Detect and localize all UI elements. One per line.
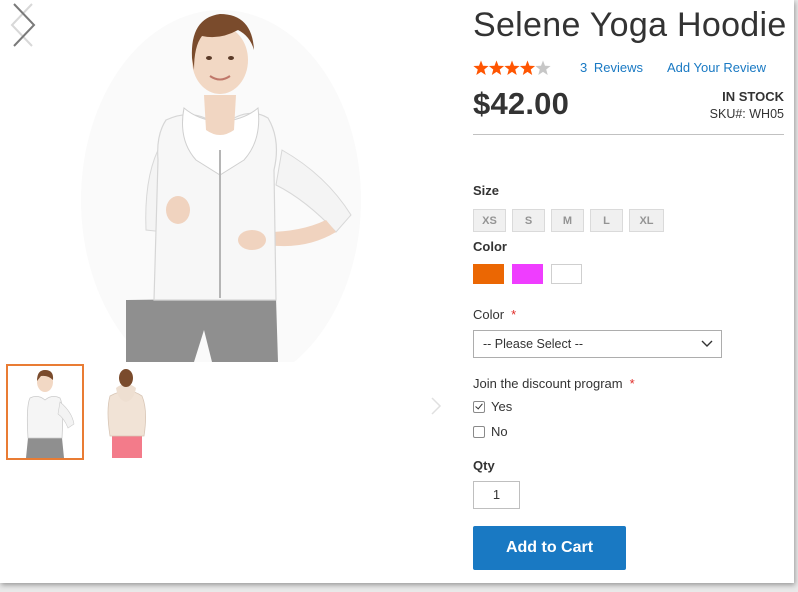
size-option-m[interactable]: M [551, 209, 584, 232]
qty-label: Qty [473, 458, 495, 473]
star-filled-icon [504, 60, 520, 75]
chevron-right-icon[interactable] [6, 0, 40, 50]
product-title: Selene Yoga Hoodie [473, 6, 787, 44]
color-swatch-orange[interactable] [473, 264, 504, 284]
color-swatch-white[interactable] [551, 264, 582, 284]
discount-no-checkbox[interactable] [473, 425, 485, 438]
size-label: Size [473, 183, 500, 198]
color-select-value: -- Please Select -- [483, 337, 584, 351]
star-filled-icon [519, 60, 536, 75]
divider [473, 134, 784, 135]
add-to-cart-button[interactable]: Add to Cart [473, 526, 626, 570]
required-mark: * [511, 307, 517, 322]
thumbnail-front-image [26, 370, 75, 458]
reviews-link[interactable]: 3 Reviews [580, 60, 643, 75]
add-review-link[interactable]: Add Your Review [667, 60, 766, 75]
product-price: $42.00 [473, 86, 570, 121]
qty-input[interactable]: 1 [473, 481, 520, 509]
star-empty-icon [535, 60, 551, 75]
product-sku: SKU#: WH05 [709, 107, 784, 121]
discount-label: Join the discount program * [473, 376, 635, 391]
star-filled-icon [473, 60, 489, 75]
thumbnail-back[interactable] [102, 366, 176, 458]
size-option-s[interactable]: S [512, 209, 545, 232]
thumbnail-back-image [107, 369, 146, 458]
discount-option-no[interactable]: No [473, 424, 508, 439]
discount-option-yes[interactable]: Yes [473, 399, 512, 414]
discount-yes-checkbox[interactable] [473, 400, 485, 413]
size-option-xl[interactable]: XL [629, 209, 664, 232]
chevron-down-icon [701, 340, 713, 347]
product-main-image [81, 10, 361, 362]
discount-yes-label: Yes [491, 399, 513, 414]
size-option-xs[interactable]: XS [473, 209, 506, 232]
color-select[interactable]: -- Please Select -- [473, 330, 722, 358]
color-select-label: Color * [473, 307, 516, 322]
thumbnail-strip [6, 364, 442, 460]
rating-stars [473, 60, 551, 75]
stock-status: IN STOCK [722, 89, 784, 104]
thumbnail-next-icon[interactable] [430, 394, 442, 418]
discount-label-text: Join the discount program [473, 376, 623, 391]
required-mark: * [629, 376, 635, 391]
product-gallery[interactable] [6, 0, 438, 362]
color-swatches [473, 264, 582, 284]
size-options: XS S M L XL [473, 209, 664, 232]
size-option-l[interactable]: L [590, 209, 623, 232]
product-page: Selene Yoga Hoodie 3 Reviews Add Your Re… [0, 0, 794, 583]
discount-no-label: No [491, 424, 508, 439]
color-select-label-text: Color [473, 307, 505, 322]
star-filled-icon [488, 60, 505, 75]
color-label: Color [473, 239, 507, 254]
color-swatch-purple[interactable] [512, 264, 543, 284]
thumbnail-front[interactable] [6, 364, 84, 460]
